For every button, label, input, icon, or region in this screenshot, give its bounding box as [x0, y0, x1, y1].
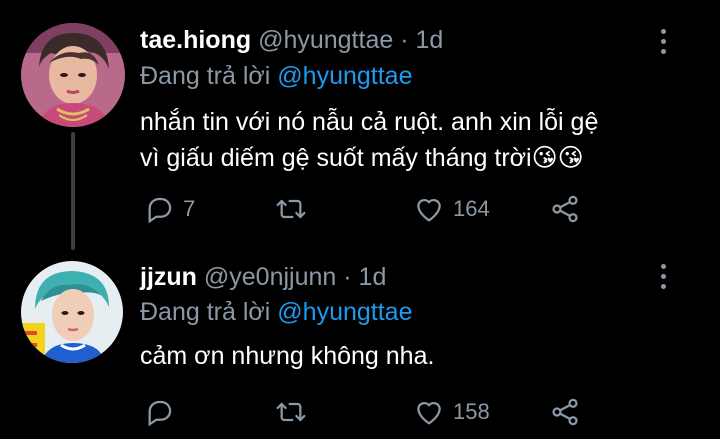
user-handle[interactable]: @ye0njjunn [204, 263, 336, 291]
like-icon [417, 401, 441, 425]
more-options-icon[interactable] [661, 264, 667, 294]
tweet-text-line: nhắn tin với nó nẫu cả ruột. anh xin lỗi… [140, 108, 599, 136]
like-count: 158 [453, 399, 490, 424]
like-count: 164 [453, 196, 490, 221]
tweet-text-line: vì giấu diếm gệ suốt mấy tháng trời😘😘 [140, 140, 700, 176]
more-options-icon[interactable] [661, 29, 667, 59]
reply-button[interactable] [143, 394, 183, 430]
like-button[interactable]: 164 [413, 191, 490, 227]
replying-to-label: Đang trả lời [140, 298, 271, 326]
retweet-icon [276, 199, 306, 219]
tweet-text: cảm ơn nhưng không nha. [140, 338, 700, 374]
reply-count: 7 [183, 196, 196, 221]
timestamp[interactable]: 1d [359, 263, 387, 291]
replying-to-label: Đang trả lời [140, 62, 271, 90]
tweet-text-segment: vì giấu diếm gệ suốt mấy tháng trời [140, 144, 532, 172]
tweet-text: nhắn tin với nó nẫu cả ruột. anh xin lỗi… [140, 104, 700, 176]
user-handle[interactable]: @hyungttae [258, 26, 393, 54]
tweet[interactable]: jjzun @ye0njjunn · 1d Đang trả lời @hyun… [0, 245, 720, 439]
tweet-text-line: cảm ơn nhưng không nha. [140, 342, 435, 370]
action-bar: 7 164 [0, 191, 720, 227]
retweet-button[interactable] [275, 394, 315, 430]
share-button[interactable] [549, 394, 581, 430]
display-name[interactable]: tae.hiong [140, 26, 251, 54]
replying-to-handle[interactable]: @hyungttae [277, 298, 412, 326]
replying-to-handle[interactable]: @hyungttae [277, 62, 412, 90]
tweet-header: jjzun @ye0njjunn · 1d [140, 262, 386, 292]
avatar[interactable] [21, 261, 123, 363]
emoji-kiss: 😘😘 [531, 143, 584, 172]
share-icon [552, 195, 578, 223]
replying-to: Đang trả lời @hyungttae [140, 297, 413, 327]
timestamp[interactable]: 1d [416, 26, 444, 54]
avatar[interactable] [21, 23, 125, 127]
like-button[interactable]: 158 [413, 394, 490, 430]
tweet[interactable]: tae.hiong @hyungttae · 1d Đang trả lời @… [0, 0, 720, 250]
display-name[interactable]: jjzun [140, 263, 197, 291]
tweet-header: tae.hiong @hyungttae · 1d [140, 25, 443, 55]
share-icon [552, 398, 578, 426]
retweet-icon [276, 402, 306, 422]
share-button[interactable] [549, 191, 581, 227]
action-bar: 158 [0, 394, 720, 430]
separator: · [343, 263, 352, 291]
retweet-button[interactable] [275, 191, 315, 227]
reply-button[interactable]: 7 [143, 191, 195, 227]
reply-icon [148, 400, 172, 427]
reply-icon [148, 197, 172, 224]
replying-to: Đang trả lời @hyungttae [140, 61, 413, 91]
separator: · [400, 26, 409, 54]
like-icon [417, 198, 441, 222]
